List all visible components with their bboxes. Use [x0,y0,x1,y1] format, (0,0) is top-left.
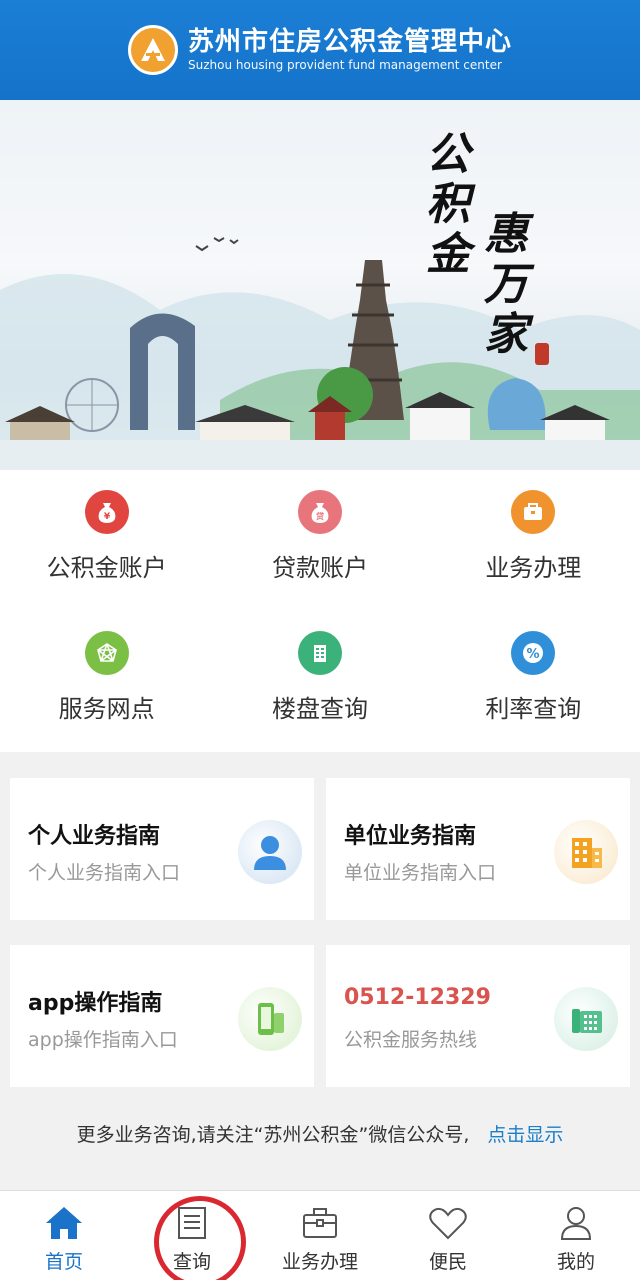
card-app-guide[interactable]: app操作指南 app操作指南入口 [10,945,314,1087]
loan-bag-icon: 贷 [297,490,342,534]
grid-item-loan-account[interactable]: 贷 贷款账户 [213,490,426,631]
red-seal-icon [535,343,549,365]
svg-text:贷: 贷 [316,511,324,521]
provident-fund-logo [127,25,178,75]
money-bag-icon: ¥ [84,490,129,534]
feature-grid: ¥ 公积金账户 贷 贷款账户 业务办理 服务网点 楼盘查询 % 利率查询 [0,470,640,752]
nav-label: 业务办理 [281,1251,358,1273]
more-info-bar: 更多业务咨询,请关注“苏州公积金”微信公众号, 点击显示 [0,1110,640,1156]
card-title: app操作指南 [28,991,163,1016]
grid-label: 业务办理 [485,554,582,582]
nav-mine[interactable]: 我的 [512,1191,640,1280]
home-icon [46,1207,82,1239]
more-info-text: 更多业务咨询,请关注“苏州公积金”微信公众号, [76,1123,470,1146]
banner-calligraphy-1: 公积金 [426,129,470,280]
header-title: 苏州市住房公积金管理中心 [187,27,512,57]
card-title: 个人业务指南 [28,824,161,849]
svg-text:¥: ¥ [104,512,111,522]
header-subtitle: Suzhou housing provident fund management… [187,58,502,72]
card-subtitle: 单位业务指南入口 [344,862,497,884]
grid-item-service-outlets[interactable]: 服务网点 [0,631,213,772]
hotline-number[interactable]: 0512-12329 [344,985,491,1010]
grid-label: 贷款账户 [271,554,368,582]
city-skyline-illustration [0,237,640,470]
card-personal-guide[interactable]: 个人业务指南 个人业务指南入口 [10,778,314,920]
card-title: 单位业务指南 [344,824,477,849]
nav-business[interactable]: 业务办理 [256,1191,384,1280]
office-building-icon [554,820,618,884]
nav-label: 便民 [428,1251,467,1273]
nav-label: 我的 [556,1251,595,1273]
grid-label: 利率查询 [485,695,582,723]
heart-icon [429,1207,467,1240]
promo-banner[interactable]: 公积金 惠万家 [0,100,640,470]
grid-label: 楼盘查询 [271,695,368,723]
card-subtitle: app操作指南入口 [28,1029,178,1051]
app-header: 苏州市住房公积金管理中心 Suzhou housing provident fu… [0,0,640,100]
nav-home[interactable]: 首页 [0,1191,128,1280]
grid-item-business[interactable]: 业务办理 [427,490,640,631]
svg-text:%: % [527,647,540,662]
grid-item-rate-query[interactable]: % 利率查询 [427,631,640,772]
show-link[interactable]: 点击显示 [487,1120,563,1147]
grid-label: 服务网点 [58,695,155,723]
briefcase-icon [303,1208,337,1238]
card-subtitle: 公积金服务热线 [344,1029,478,1051]
banner-calligraphy-2: 惠万家 [484,209,528,360]
card-unit-guide[interactable]: 单位业务指南 单位业务指南入口 [326,778,630,920]
user-icon [560,1207,592,1240]
nav-convenience[interactable]: 便民 [384,1191,512,1280]
building-icon [297,631,342,675]
telephone-icon [554,987,618,1051]
grid-item-fund-account[interactable]: ¥ 公积金账户 [0,490,213,631]
mobile-phone-icon [238,987,302,1051]
bottom-nav: 首页 查询 业务办理 便民 我的 [0,1190,640,1280]
grid-item-property-query[interactable]: 楼盘查询 [213,631,426,772]
card-subtitle: 个人业务指南入口 [28,862,181,884]
briefcase-icon [511,490,556,534]
red-annotation-circle [154,1196,246,1280]
person-icon [238,820,302,884]
network-icon [84,631,129,675]
card-hotline[interactable]: 0512-12329 公积金服务热线 [326,945,630,1087]
nav-label: 首页 [44,1251,83,1273]
percent-icon: % [511,631,556,675]
grid-label: 公积金账户 [46,554,167,582]
